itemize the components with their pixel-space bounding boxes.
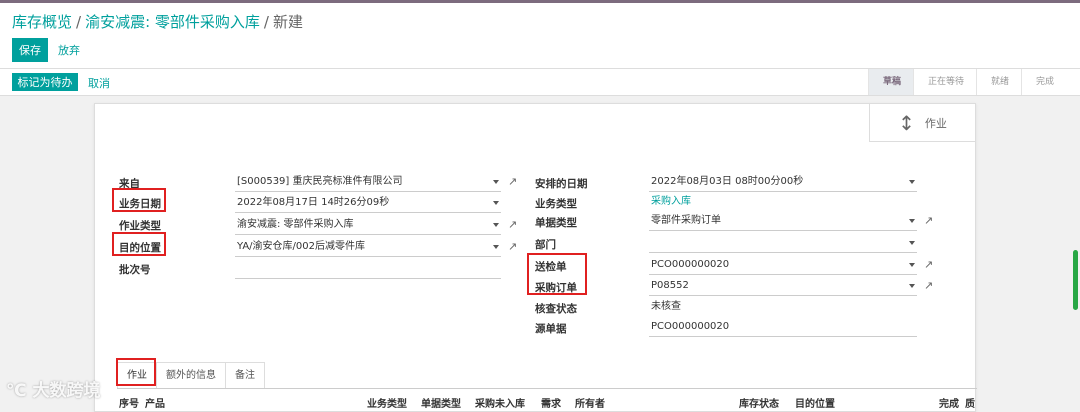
chevron-down-icon[interactable] — [909, 219, 915, 223]
chevron-down-icon[interactable] — [493, 201, 499, 205]
control-panel: 库存概览 / 渝安减震: 零部件采购入库 / 新建 保存 放弃 — [0, 3, 1080, 69]
external-link-icon[interactable]: ↗ — [924, 258, 933, 271]
highlight-business-date — [112, 188, 166, 212]
stage-draft[interactable]: 草稿 — [867, 69, 913, 95]
tab-extra-info[interactable]: 额外的信息 — [156, 362, 226, 388]
stage-ready[interactable]: 就绪 — [975, 69, 1021, 95]
business-type-link[interactable]: 采购入库 — [649, 194, 917, 212]
inspection-order-field[interactable]: PCO000000020 — [649, 257, 917, 275]
watermark-logo: ℃ 大数跨境 — [6, 381, 101, 401]
operations-smart-button[interactable]: ↕ 作业 — [869, 104, 975, 142]
external-link-icon[interactable]: ↗ — [508, 175, 517, 188]
label-scheduled-date: 安排的日期 — [535, 178, 588, 190]
col-destination[interactable]: 目的位置 — [795, 395, 835, 410]
tab-notes[interactable]: 备注 — [225, 362, 265, 388]
breadcrumb-current: 新建 — [272, 13, 303, 31]
status-stages: 草稿 正在等待 就绪 完成 — [867, 69, 1066, 95]
label-document-type: 单据类型 — [535, 217, 577, 229]
col-document-type[interactable]: 单据类型 — [421, 395, 461, 410]
lot-number-input[interactable] — [235, 261, 501, 279]
source-document-input[interactable]: PCO000000020 — [649, 319, 917, 337]
operations-table-header: 序号 产品 业务类型 单据类型 采购未入库 需求 所有者 库存状态 目的位置 完… — [117, 388, 977, 412]
operation-type-field[interactable]: 渝安减震: 零部件采购入库 — [235, 217, 501, 235]
external-link-icon[interactable]: ↗ — [924, 214, 933, 227]
breadcrumb: 库存概览 / 渝安减震: 零部件采购入库 / 新建 — [12, 13, 303, 31]
cancel-button[interactable]: 取消 — [88, 75, 110, 91]
label-check-status: 核查状态 — [535, 303, 577, 315]
stage-done[interactable]: 完成 — [1020, 69, 1066, 95]
chevron-down-icon[interactable] — [909, 263, 915, 267]
label-business-type: 业务类型 — [535, 198, 577, 210]
scheduled-date-field[interactable]: 2022年08月03日 08时00分00秒 — [649, 174, 917, 192]
label-source-document: 源单据 — [535, 323, 567, 335]
chevron-down-icon[interactable] — [493, 180, 499, 184]
breadcrumb-inventory-overview[interactable]: 库存概览 — [12, 13, 72, 31]
save-button[interactable]: 保存 — [12, 38, 48, 62]
col-seq[interactable]: 序号 — [119, 395, 139, 410]
discard-button[interactable]: 放弃 — [58, 42, 80, 58]
col-owner[interactable]: 所有者 — [575, 395, 605, 410]
col-demand[interactable]: 需求 — [541, 395, 561, 410]
chevron-down-icon[interactable] — [493, 245, 499, 249]
label-lot-number: 批次号 — [119, 264, 151, 276]
updown-arrow-icon: ↕ — [898, 110, 915, 135]
scrollbar-thumb[interactable] — [1073, 250, 1078, 310]
status-bar: 标记为待办 取消 草稿 正在等待 就绪 完成 — [0, 69, 1080, 96]
label-operation-type: 作业类型 — [119, 220, 161, 232]
col-business-type[interactable]: 业务类型 — [367, 395, 407, 410]
highlight-inspection-purchase — [527, 253, 587, 295]
source-partner-field[interactable]: [S000539] 重庆民亮标准件有限公司 — [235, 174, 501, 192]
external-link-icon[interactable]: ↗ — [508, 218, 517, 231]
document-type-field[interactable]: 零部件采购订单 — [649, 213, 917, 231]
col-not-received[interactable]: 采购未入库 — [475, 395, 525, 410]
highlight-destination-location — [112, 232, 166, 256]
col-quality[interactable]: 质 — [965, 395, 975, 410]
chevron-down-icon[interactable] — [493, 223, 499, 227]
breadcrumb-operation-type[interactable]: 渝安减震: 零部件采购入库 — [85, 13, 260, 31]
external-link-icon[interactable]: ↗ — [924, 279, 933, 292]
col-stock-status[interactable]: 库存状态 — [739, 395, 779, 410]
watermark-icon: ℃ — [6, 381, 27, 401]
destination-location-field[interactable]: YA/渝安仓库/002后减零件库 — [235, 239, 501, 257]
operations-smart-button-label: 作业 — [924, 116, 947, 130]
chevron-down-icon[interactable] — [909, 284, 915, 288]
col-done[interactable]: 完成 — [939, 395, 959, 410]
department-field[interactable] — [649, 235, 917, 253]
business-date-field[interactable]: 2022年08月17日 14时26分09秒 — [235, 195, 501, 213]
label-department: 部门 — [535, 239, 556, 251]
check-status-value: 未核查 — [651, 301, 681, 312]
chevron-down-icon[interactable] — [909, 180, 915, 184]
purchase-order-field[interactable]: P08552 — [649, 278, 917, 296]
mark-as-todo-button[interactable]: 标记为待办 — [12, 73, 78, 91]
chevron-down-icon[interactable] — [909, 241, 915, 245]
highlight-operations-tab — [116, 358, 156, 386]
col-product[interactable]: 产品 — [145, 395, 165, 410]
external-link-icon[interactable]: ↗ — [508, 240, 517, 253]
stage-waiting[interactable]: 正在等待 — [912, 69, 976, 95]
